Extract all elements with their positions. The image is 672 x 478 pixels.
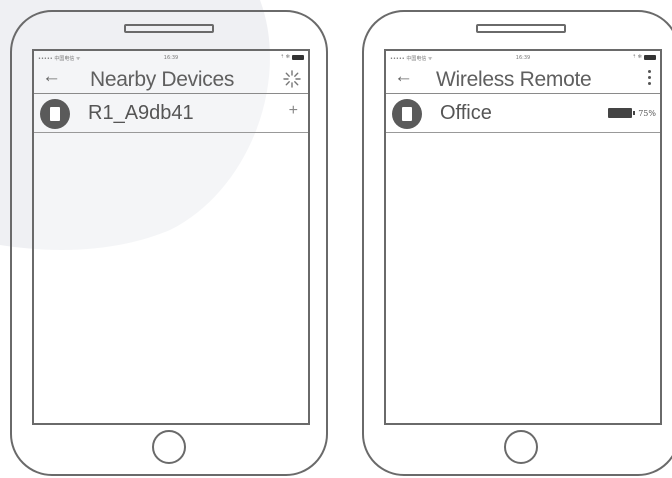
speaker-grille	[124, 24, 214, 33]
page-title: Wireless Remote	[436, 68, 592, 91]
device-name: Office	[440, 102, 492, 124]
status-time: 16:39	[515, 55, 531, 61]
battery-icon	[608, 108, 636, 118]
device-icon	[392, 99, 422, 129]
status-battery-icon	[292, 54, 304, 60]
battery-percent: 75%	[638, 108, 656, 118]
device-icon	[40, 99, 70, 129]
right-phone: ••••• 中国电信 ᯤ 16:39 ⇡ ✻ ← Wireless Remote…	[362, 10, 672, 476]
device-battery: 75%	[608, 108, 656, 118]
app-header: ← Nearby Devices	[34, 65, 308, 94]
status-indicators: ⇡ ✻	[280, 54, 304, 60]
page-title: Nearby Devices	[90, 68, 235, 91]
back-arrow-icon[interactable]: ←	[42, 67, 61, 87]
nearby-devices-screen: ••••• 中国电信 ᯤ 16:39 ⇡ ✻ ← Nearby Devices	[32, 49, 310, 425]
speaker-grille	[476, 24, 566, 33]
status-time: 16:39	[163, 55, 179, 61]
carrier-signal: ••••• 中国电信 ᯤ	[38, 56, 81, 62]
wireless-remote-screen: ••••• 中国电信 ᯤ 16:39 ⇡ ✻ ← Wireless Remote…	[384, 49, 662, 425]
add-device-icon[interactable]: +	[289, 102, 298, 120]
status-indicators: ⇡ ✻	[632, 54, 656, 60]
device-row[interactable]: R1_A9db41 +	[34, 94, 308, 133]
more-vertical-icon[interactable]	[648, 70, 652, 86]
back-arrow-icon[interactable]: ←	[394, 67, 413, 87]
carrier-signal: ••••• 中国电信 ᯤ	[390, 56, 433, 62]
device-name: R1_A9db41	[88, 102, 194, 124]
status-battery-icon	[644, 54, 656, 60]
loading-spinner-icon[interactable]	[282, 69, 302, 89]
bluetooth-icon: ⇡ ✻	[632, 54, 642, 60]
bluetooth-icon: ⇡ ✻	[280, 54, 290, 60]
app-header: ← Wireless Remote	[386, 65, 660, 94]
home-button[interactable]	[152, 430, 186, 464]
device-row[interactable]: Office 75%	[386, 94, 660, 133]
status-bar: ••••• 中国电信 ᯤ 16:39 ⇡ ✻	[34, 51, 308, 65]
left-phone: ••••• 中国电信 ᯤ 16:39 ⇡ ✻ ← Nearby Devices	[10, 10, 328, 476]
home-button[interactable]	[504, 430, 538, 464]
status-bar: ••••• 中国电信 ᯤ 16:39 ⇡ ✻	[386, 51, 660, 65]
